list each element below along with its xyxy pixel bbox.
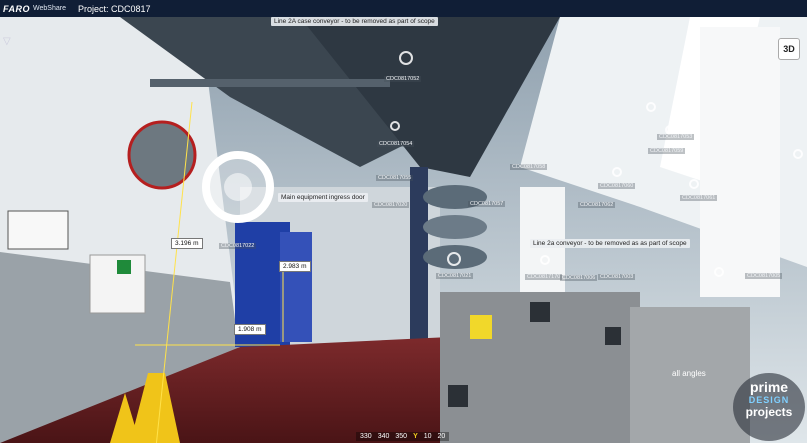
scan-tag[interactable]: CDC0817003	[598, 274, 636, 280]
compass-strip[interactable]: 330 340 350 Y 10 20	[356, 432, 450, 441]
scan-tag[interactable]: CDC0817054	[377, 141, 415, 147]
annotation-ingress-door[interactable]: Main equipment ingress door	[278, 193, 368, 202]
panorama-viewer[interactable]: ▽ 3D Line 2A case conveyor - to be remov…	[0, 17, 807, 443]
compass-tick: 10	[423, 433, 432, 440]
scan-tag[interactable]: CDC0817005	[745, 273, 783, 279]
scan-pin[interactable]	[612, 167, 622, 177]
scan-tag[interactable]: CDC0817022	[219, 243, 257, 249]
scan-tag[interactable]: CDC0817058	[510, 164, 548, 170]
measurement-label[interactable]: 2.983 m	[279, 261, 311, 272]
filter-icon[interactable]: ▽	[3, 36, 11, 47]
scan-tag[interactable]: CDC0817170	[525, 274, 563, 280]
scan-tag[interactable]: CDC0817021	[436, 273, 474, 279]
annotation-conveyor-top[interactable]: Line 2A case conveyor - to be removed as…	[271, 17, 438, 26]
scan-tag[interactable]: CDC0817062	[578, 202, 616, 208]
scan-pin[interactable]	[447, 252, 461, 266]
scan-tag[interactable]: CDC0817053	[657, 134, 695, 140]
webshare-label: WebShare	[33, 5, 66, 12]
scan-pin[interactable]	[714, 267, 724, 277]
scan-tag[interactable]: CDC0817055	[376, 175, 414, 181]
scan-tag[interactable]: CDC0817020	[372, 202, 410, 208]
scan-tag[interactable]: CDC0817060	[598, 183, 636, 189]
scan-tag[interactable]: CDC0817061	[680, 195, 718, 201]
project-title: Project: CDC0817	[77, 3, 151, 14]
prime-design-projects-logo: prime DESIGN projects	[733, 373, 805, 441]
measurement-label[interactable]: 1.908 m	[234, 324, 266, 335]
view-3d-button[interactable]: 3D	[778, 38, 800, 60]
scan-pin[interactable]	[646, 102, 656, 112]
scan-pin[interactable]	[793, 149, 803, 159]
watermark-side-text: all angles	[672, 369, 706, 378]
scan-pin[interactable]	[540, 255, 550, 265]
compass-tick: 330	[360, 433, 372, 440]
scan-pin[interactable]	[689, 179, 699, 189]
measurement-label[interactable]: 3.196 m	[171, 238, 203, 249]
top-bar: FARO WebShare Project: CDC0817	[0, 0, 807, 17]
scan-pin[interactable]	[390, 121, 400, 131]
scan-pin[interactable]	[399, 51, 413, 65]
compass-tick: 350	[395, 433, 408, 440]
scan-tag[interactable]: CDC0817006	[560, 275, 598, 281]
scan-tag[interactable]: CDC0817059	[648, 148, 686, 154]
annotation-conveyor-2a[interactable]: Line 2a conveyor - to be removed as as p…	[530, 239, 690, 248]
compass-tick: 340	[377, 433, 390, 440]
compass-tick: 20	[437, 433, 446, 440]
faro-logo: FARO	[3, 3, 31, 14]
scan-tag[interactable]: CDC0817052	[384, 76, 422, 82]
compass-current: Y	[413, 433, 418, 440]
scan-tag[interactable]: CDC0817057	[468, 201, 506, 207]
